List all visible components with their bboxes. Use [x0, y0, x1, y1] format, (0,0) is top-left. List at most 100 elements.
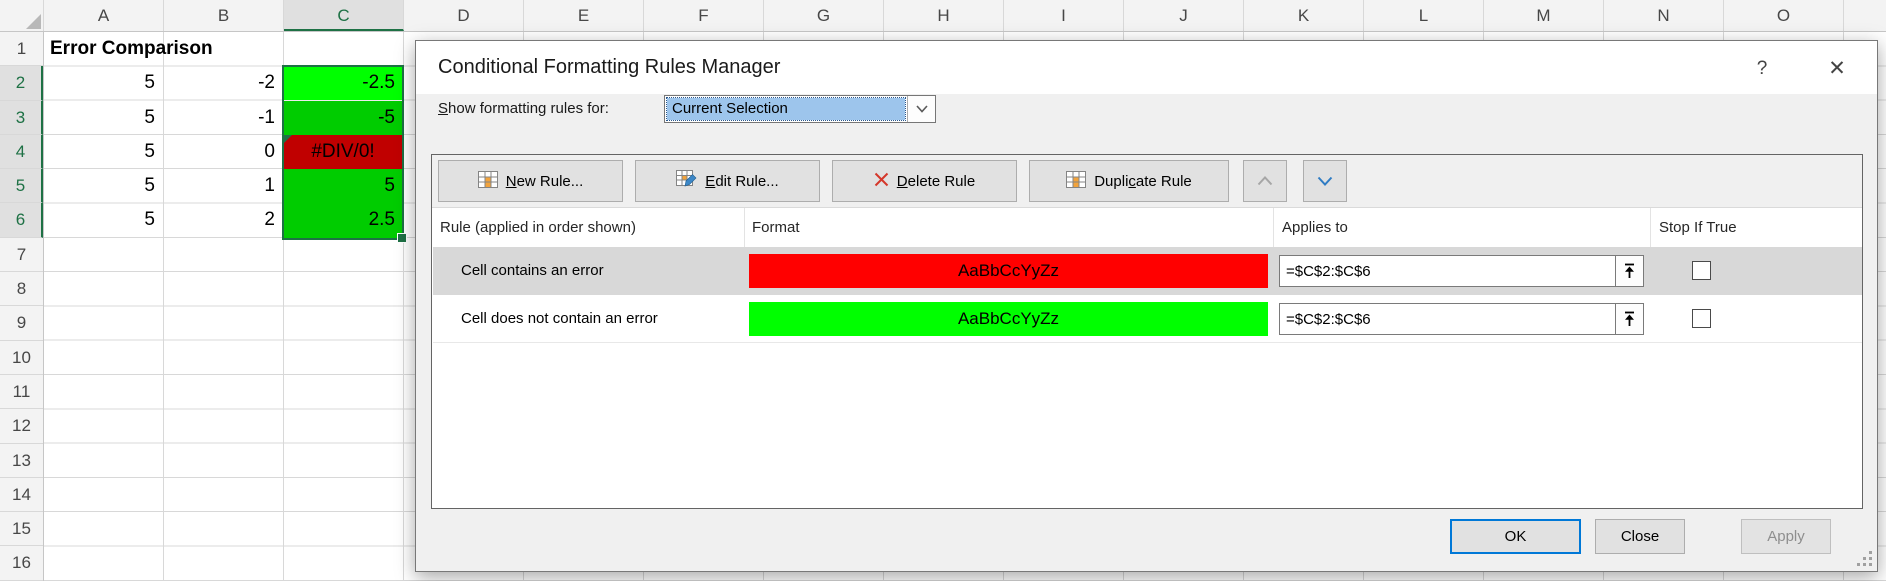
cell-a3[interactable]: 5 [44, 101, 163, 135]
rule-column-header: Rule (applied in order shown) [440, 208, 636, 247]
column-header-h[interactable]: H [884, 0, 1004, 31]
collapse-dialog-icon[interactable] [1615, 256, 1643, 286]
help-button[interactable]: ? [1741, 41, 1783, 94]
dialog-title: Conditional Formatting Rules Manager [438, 41, 780, 94]
column-separator [1273, 208, 1274, 247]
column-separator [744, 208, 745, 247]
cell-a1-title[interactable]: Error Comparison [50, 32, 213, 66]
table-grid-icon [1066, 171, 1086, 192]
row-header-6-selected[interactable]: 6 [0, 203, 43, 237]
row-header-4-selected[interactable]: 4 [0, 135, 43, 169]
conditional-formatting-rules-manager-dialog: Conditional Formatting Rules Manager ? ✕… [415, 40, 1878, 572]
stop-if-true-column-header: Stop If True [1659, 208, 1737, 247]
edit-rule-label: Edit Rule... [705, 173, 778, 190]
column-header-c-selected[interactable]: C [284, 0, 404, 31]
collapse-dialog-icon[interactable] [1615, 304, 1643, 334]
chevron-down-icon [1317, 173, 1333, 190]
label-rest: how formatting rules for: [448, 100, 609, 117]
row-header-10[interactable]: 10 [0, 341, 43, 375]
edit-rule-button[interactable]: Edit Rule... [635, 160, 820, 202]
duplicate-rule-label: Duplicate Rule [1094, 173, 1192, 190]
column-header-o[interactable]: O [1724, 0, 1844, 31]
row-header-11[interactable]: 11 [0, 375, 43, 409]
row-header-8[interactable]: 8 [0, 272, 43, 306]
column-header-j[interactable]: J [1124, 0, 1244, 31]
row-header-5-selected[interactable]: 5 [0, 169, 43, 203]
cell-b2[interactable]: -2 [163, 66, 283, 100]
rule-row[interactable]: Cell does not contain an error AaBbCcYyZ… [433, 295, 1862, 343]
delete-rule-button[interactable]: Delete Rule [832, 160, 1017, 202]
sheet-row-4: 5 0 #DIV/0! [44, 135, 403, 169]
cell-b3[interactable]: -1 [163, 101, 283, 135]
table-grid-icon [478, 171, 498, 192]
row-header-14[interactable]: 14 [0, 478, 43, 512]
move-rule-down-button[interactable] [1303, 160, 1347, 202]
dialog-titlebar[interactable]: Conditional Formatting Rules Manager ? ✕ [416, 41, 1877, 94]
row-header-12[interactable]: 12 [0, 409, 43, 443]
row-header-16[interactable]: 16 [0, 546, 43, 580]
column-header-row: A B C D E F G H I J K L M N O [0, 0, 1886, 32]
row-header-1[interactable]: 1 [0, 32, 43, 66]
show-rules-for-label: Show formatting rules for: [438, 95, 609, 123]
cell-c3[interactable]: -5 [283, 101, 403, 135]
cell-b4[interactable]: 0 [163, 135, 283, 169]
excel-window: A B C D E F G H I J K L M N O 1 2 3 4 5 … [0, 0, 1886, 581]
format-preview-red: AaBbCcYyZz [749, 254, 1268, 288]
cell-b5[interactable]: 1 [163, 169, 283, 203]
applies-to-input[interactable] [1280, 256, 1615, 286]
stop-if-true-checkbox[interactable] [1692, 261, 1711, 280]
chevron-down-icon[interactable] [907, 96, 935, 122]
format-preview-green: AaBbCcYyZz [749, 302, 1268, 336]
select-all-corner[interactable] [0, 0, 44, 31]
cell-c4-error[interactable]: #DIV/0! [283, 135, 403, 169]
column-header-f[interactable]: F [644, 0, 764, 31]
column-header-i[interactable]: I [1004, 0, 1124, 31]
row-header-3-selected[interactable]: 3 [0, 101, 43, 135]
rule-row-selected[interactable]: Cell contains an error AaBbCcYyZz [433, 247, 1862, 295]
row-header-15[interactable]: 15 [0, 512, 43, 546]
cell-c2-active[interactable]: -2.5 [283, 66, 403, 100]
column-header-e[interactable]: E [524, 0, 644, 31]
applies-to-input[interactable] [1280, 304, 1615, 334]
column-header-a[interactable]: A [44, 0, 164, 31]
cell-a6[interactable]: 5 [44, 203, 163, 237]
error-indicator-triangle-icon [283, 135, 292, 144]
row-header-13[interactable]: 13 [0, 444, 43, 478]
stop-if-true-checkbox[interactable] [1692, 309, 1711, 328]
duplicate-rule-button[interactable]: Duplicate Rule [1029, 160, 1229, 202]
applies-to-column-header: Applies to [1282, 208, 1348, 247]
row-header-column: 1 2 3 4 5 6 7 8 9 10 11 12 13 14 15 16 [0, 32, 44, 581]
cell-b6[interactable]: 2 [163, 203, 283, 237]
new-rule-button[interactable]: New Rule... [438, 160, 623, 202]
column-header-n[interactable]: N [1604, 0, 1724, 31]
move-rule-up-button[interactable] [1243, 160, 1287, 202]
scope-dropdown[interactable]: Current Selection [664, 95, 936, 123]
column-header-d[interactable]: D [404, 0, 524, 31]
column-header-g[interactable]: G [764, 0, 884, 31]
row-header-7[interactable]: 7 [0, 238, 43, 272]
column-header-b[interactable]: B [164, 0, 284, 31]
cell-c5[interactable]: 5 [283, 169, 403, 203]
format-column-header: Format [752, 208, 800, 247]
column-header-l[interactable]: L [1364, 0, 1484, 31]
cell-c6[interactable]: 2.5 [283, 203, 403, 237]
row-header-9[interactable]: 9 [0, 306, 43, 340]
sheet-row-5: 5 1 5 [44, 169, 403, 203]
select-all-triangle-icon [26, 14, 41, 29]
delete-rule-label: Delete Rule [897, 173, 975, 190]
close-button[interactable]: Close [1595, 519, 1685, 554]
sheet-row-3: 5 -1 -5 [44, 101, 403, 135]
column-header-k[interactable]: K [1244, 0, 1364, 31]
cell-a4[interactable]: 5 [44, 135, 163, 169]
resize-grip[interactable] [1856, 550, 1872, 566]
row-header-2-selected[interactable]: 2 [0, 66, 43, 100]
cell-a5[interactable]: 5 [44, 169, 163, 203]
column-header-m[interactable]: M [1484, 0, 1604, 31]
cell-a2[interactable]: 5 [44, 66, 163, 100]
rule-name: Cell does not contain an error [461, 295, 658, 343]
apply-button-disabled[interactable]: Apply [1741, 519, 1831, 554]
scope-dropdown-value: Current Selection [667, 98, 905, 120]
close-icon[interactable]: ✕ [1814, 41, 1860, 94]
applies-to-field-group [1279, 255, 1644, 287]
ok-button[interactable]: OK [1450, 519, 1581, 554]
